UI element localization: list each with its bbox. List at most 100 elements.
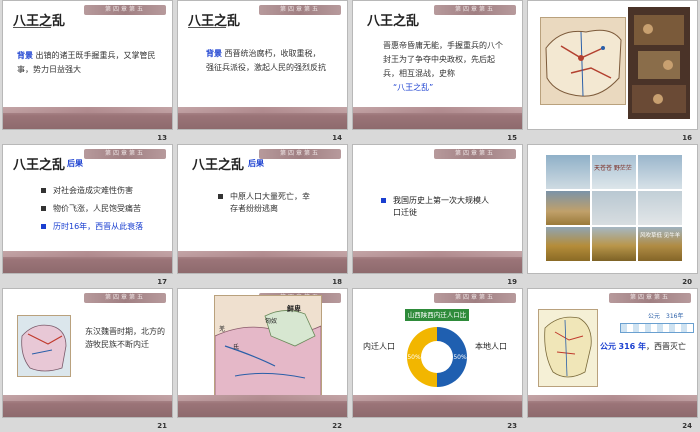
slide-thumbnail[interactable]: 第四章第五 我国历史上第一次大规模人口迁徙 <box>353 145 522 273</box>
map-image <box>538 309 598 387</box>
slide-number: 14 <box>332 133 342 142</box>
slide-body: 晋惠帝昏庸无能，手握重兵的八个封王为了争夺中央政权，先后起兵，相互混战，史称 “… <box>383 39 505 95</box>
slide-tag: 背景 <box>206 49 222 58</box>
slide-number: 19 <box>507 277 517 286</box>
slide-thumbnail[interactable]: 第四章第五 八王之乱 后果 对社会造成灾难性伤害 物价飞涨，人民饱受痛苦 历时1… <box>3 145 172 273</box>
map-label: 羌 <box>219 326 226 333</box>
slide-thumbnail[interactable]: 第四章第五 八王之乱 后果 中原人口大量死亡，幸存者纷纷逃离 <box>178 145 347 273</box>
slide-thumbnail[interactable]: 第四章第五 公元 316年 公元 316 年，西晋灭亡 <box>528 289 697 417</box>
grassland-photo <box>546 191 590 225</box>
slide-19[interactable]: 第四章第五 我国历史上第一次大规模人口迁徙 19 <box>350 144 525 288</box>
slide-17[interactable]: 第四章第五 八王之乱 后果 对社会造成灾难性伤害 物价飞涨，人民饱受痛苦 历时1… <box>0 144 175 288</box>
sky-photo <box>546 155 590 189</box>
slide-footer-band <box>353 251 522 273</box>
bullet-item: 对社会造成灾难性伤害 <box>41 185 133 197</box>
slide-footer-band <box>528 395 697 417</box>
slide-tag: 背景 <box>17 51 33 60</box>
slide-23[interactable]: 第四章第五 山西陕西内迁人口比例 50% 50% 内迁人口 本地人口 23 <box>350 288 525 432</box>
painting-image <box>628 7 690 119</box>
slide-number: 16 <box>682 133 692 142</box>
slide-thumbnail[interactable]: 天苍苍 野茫茫 风吹草低 见牛羊 <box>528 145 697 273</box>
bullet-item: 中原人口大量死亡，幸存者纷纷逃离 <box>218 191 316 215</box>
slide-banner: 第四章第五 <box>434 293 516 303</box>
timeline-bar <box>620 323 694 333</box>
slide-footer-band <box>178 395 347 417</box>
slide-number: 13 <box>157 133 167 142</box>
slide-title: 八王之乱 <box>192 158 245 173</box>
map-label: 鲜卑 <box>287 305 301 313</box>
slide-13[interactable]: 第四章第五 八王之乱 背景 出镇的诸王既手握重兵，又掌管民事，势力日益强大 13 <box>0 0 175 144</box>
map-label: 匈奴 <box>265 318 278 325</box>
slide-body: 背景 西晋统治腐朽，收取重税，强征兵派役，激起人民的强烈反抗 <box>206 47 328 75</box>
slide-thumbnail[interactable] <box>528 1 697 129</box>
sky-photo <box>592 191 636 225</box>
slide-21[interactable]: 第四章第五 东汉魏晋时期，北方的游牧民族不断内迁 21 <box>0 288 175 432</box>
slide-banner: 第四章第五 <box>609 293 691 303</box>
title-underline <box>13 27 51 28</box>
sky-photo <box>638 155 682 189</box>
grassland-photo: 风吹草低 见牛羊 <box>638 227 682 261</box>
slide-thumbnail[interactable]: 第四章第五 东汉魏晋时期，北方的游牧民族不断内迁 <box>3 289 172 417</box>
slide-title: 八王之乱 <box>367 14 420 29</box>
slide-footer-band <box>3 251 172 273</box>
map-label: 氐 <box>233 344 240 351</box>
sky-photo <box>638 191 682 225</box>
sky-photo: 天苍苍 野茫茫 <box>592 155 636 189</box>
slide-number: 17 <box>157 277 167 286</box>
title-underline <box>188 27 226 28</box>
photo-caption: 风吹草低 见牛羊 <box>640 233 681 239</box>
slide-thumbnail[interactable]: 第四章第五 八王之乱 背景 西晋统治腐朽，收取重税，强征兵派役，激起人民的强烈反… <box>178 1 347 129</box>
slide-footer-band <box>178 251 347 273</box>
slide-22[interactable]: 第四章第五 鲜卑 匈奴 羌 氐 22 <box>175 288 350 432</box>
slide-15[interactable]: 第四章第五 八王之乱 晋惠帝昏庸无能，手握重兵的八个封王为了争夺中央政权，先后起… <box>350 0 525 144</box>
bullet-item: 我国历史上第一次大规模人口迁徙 <box>381 195 493 219</box>
slide-body: 背景 出镇的诸王既手握重兵，又掌管民事，势力日益强大 <box>17 49 167 77</box>
legend-left: 内迁人口 <box>363 342 395 351</box>
slide-thumbnail[interactable]: 第四章第五 八王之乱 晋惠帝昏庸无能，手握重兵的八个封王为了争夺中央政权，先后起… <box>353 1 522 129</box>
slide-text: 出镇的诸王既手握重兵，又掌管民事，势力日益强大 <box>17 51 156 74</box>
slide-banner: 第四章第五 <box>434 5 516 15</box>
slide-number: 15 <box>507 133 517 142</box>
timeline-caption: 公元 316 年，西晋灭亡 <box>600 342 687 351</box>
slide-banner: 第四章第五 <box>259 5 341 15</box>
slide-16[interactable]: 16 <box>525 0 700 144</box>
slide-number: 22 <box>332 421 342 430</box>
donut-slice-label: 50% <box>407 354 421 361</box>
map-image <box>540 17 626 105</box>
slide-tag: 后果 <box>67 159 83 168</box>
slide-18[interactable]: 第四章第五 八王之乱 后果 中原人口大量死亡，幸存者纷纷逃离 18 <box>175 144 350 288</box>
slide-tag: 后果 <box>248 159 264 168</box>
slide-number: 23 <box>507 421 517 430</box>
map-image <box>17 315 71 377</box>
slide-banner: 第四章第五 <box>434 149 516 159</box>
slide-footer-band <box>178 107 347 129</box>
slide-number: 21 <box>157 421 167 430</box>
bullet-item: 历时16年，西晋从此衰落 <box>41 221 143 233</box>
timeline-badge: 公元 <box>648 313 661 320</box>
map-image: 鲜卑 匈奴 羌 氐 <box>214 295 322 397</box>
slide-quote: “八王之乱” <box>393 83 434 92</box>
slide-20[interactable]: 天苍苍 野茫茫 风吹草低 见牛羊 20 <box>525 144 700 288</box>
slide-thumbnail[interactable]: 第四章第五 八王之乱 背景 出镇的诸王既手握重兵，又掌管民事，势力日益强大 <box>3 1 172 129</box>
slide-banner: 第四章第五 <box>84 5 166 15</box>
slide-thumbnail[interactable]: 第四章第五 鲜卑 匈奴 羌 氐 <box>178 289 347 417</box>
slide-number: 18 <box>332 277 342 286</box>
timeline-badge-year: 316年 <box>666 313 684 320</box>
slide-banner: 第四章第五 <box>259 149 341 159</box>
donut-chart: 50% 50% <box>407 327 467 387</box>
donut-slice-label: 50% <box>453 354 467 361</box>
slide-number: 24 <box>682 421 692 430</box>
bullet-item: 物价飞涨，人民饱受痛苦 <box>41 203 141 215</box>
slide-14[interactable]: 第四章第五 八王之乱 背景 西晋统治腐朽，收取重税，强征兵派役，激起人民的强烈反… <box>175 0 350 144</box>
slide-banner: 第四章第五 <box>84 149 166 159</box>
slide-footer-band <box>3 395 172 417</box>
slide-text: 东汉魏晋时期，北方的游牧民族不断内迁 <box>85 327 165 349</box>
photo-caption: 天苍苍 野茫茫 <box>594 165 632 172</box>
slide-24[interactable]: 第四章第五 公元 316年 公元 316 年，西晋灭亡 24 <box>525 288 700 432</box>
grassland-photo <box>592 227 636 261</box>
slide-footer-band <box>353 107 522 129</box>
slide-footer-band <box>353 395 522 417</box>
slide-number: 20 <box>682 277 692 286</box>
chart-title: 山西陕西内迁人口比例 <box>405 309 469 331</box>
slide-thumbnail[interactable]: 第四章第五 山西陕西内迁人口比例 50% 50% 内迁人口 本地人口 <box>353 289 522 417</box>
